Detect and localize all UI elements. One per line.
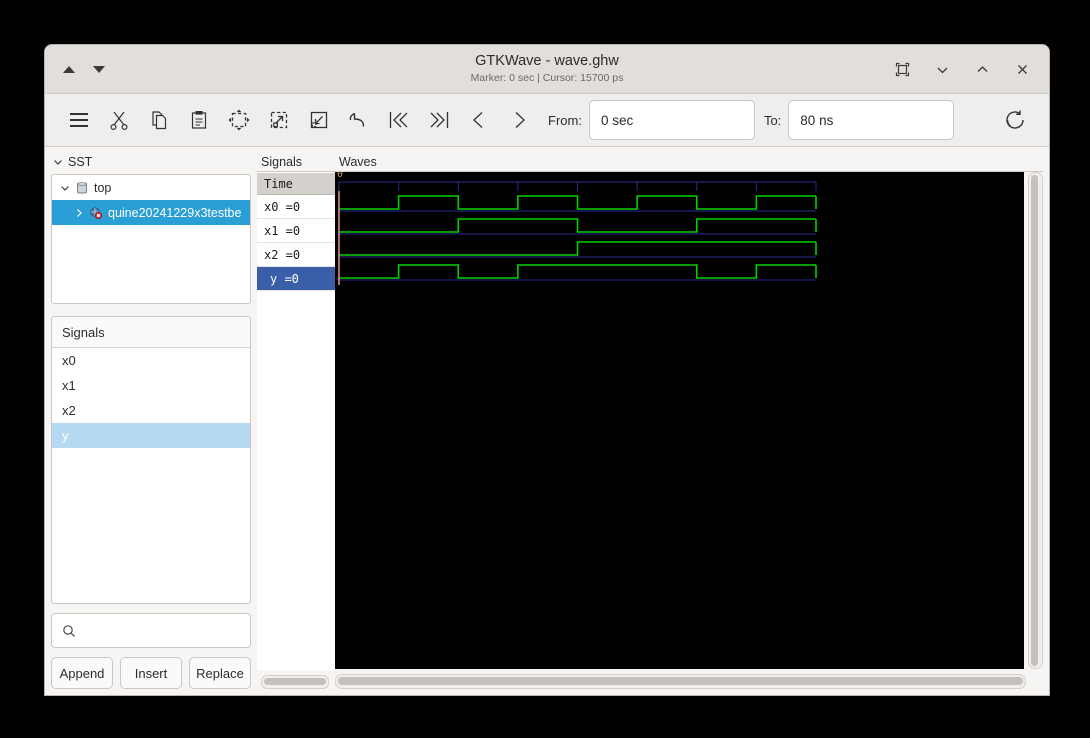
menu-icon[interactable] <box>59 100 99 140</box>
wave-name-row[interactable]: x1 =0 <box>257 219 335 243</box>
left-horizontal-scrollbar[interactable] <box>261 675 329 689</box>
window-subtitle: Marker: 0 sec | Cursor: 15700 ps <box>470 72 624 84</box>
maximize-icon[interactable] <box>893 60 911 78</box>
list-item[interactable]: y <box>52 423 250 448</box>
sst-header[interactable]: SST <box>51 153 251 171</box>
gtkwave-window: GTKWave - wave.ghw Marker: 0 sec | Curso… <box>44 44 1050 696</box>
wave-names-list[interactable]: Time x0 =0 x1 =0 x2 =0 y =0 <box>257 172 335 670</box>
wave-drawing <box>338 181 817 285</box>
insert-button[interactable]: Insert <box>120 657 182 689</box>
scrollbar-thumb[interactable] <box>338 676 1023 685</box>
chevron-right-icon[interactable] <box>74 208 84 218</box>
wave-name-row[interactable]: x2 =0 <box>257 243 335 267</box>
list-item[interactable]: x2 <box>52 398 250 423</box>
wave-name-label: y =0 <box>270 271 299 286</box>
reload-icon[interactable] <box>995 100 1035 140</box>
scrollbar-thumb[interactable] <box>1031 174 1038 666</box>
instance-icon <box>90 206 103 219</box>
sst-tree[interactable]: top quine20241229x3testbe <box>51 174 251 304</box>
next-edge-icon[interactable] <box>499 100 539 140</box>
up-triangle-icon[interactable] <box>63 65 75 73</box>
zoom-fit-icon[interactable] <box>219 100 259 140</box>
jump-end-icon[interactable] <box>419 100 459 140</box>
wave-name-label: x0 =0 <box>264 199 301 214</box>
title-bar-right-controls <box>893 60 1049 78</box>
search-input[interactable] <box>51 613 251 648</box>
chevron-down-icon <box>54 160 62 165</box>
tree-node-top[interactable]: top <box>52 175 250 200</box>
wave-name-label: x1 =0 <box>264 223 301 238</box>
from-input[interactable]: 0 sec <box>588 100 755 140</box>
title-bar-left-controls <box>45 65 105 73</box>
signal-list-header: Signals <box>52 317 250 348</box>
wave-horizontal-scrollbar[interactable] <box>335 674 1026 689</box>
down-triangle-icon[interactable] <box>93 65 105 73</box>
wave-name-row[interactable]: x0 =0 <box>257 195 335 219</box>
title-bar: GTKWave - wave.ghw Marker: 0 sec | Curso… <box>45 45 1049 94</box>
wave-names-pane: Signals Time x0 =0 x1 =0 x2 =0 y =0 <box>257 147 335 695</box>
to-label: To: <box>763 112 782 128</box>
list-item[interactable]: x1 <box>52 373 250 398</box>
sst-pane: SST top quine20241229x3testbe Signals x0… <box>45 147 257 695</box>
replace-button[interactable]: Replace <box>189 657 251 689</box>
prev-edge-icon[interactable] <box>459 100 499 140</box>
tree-node-label: quine20241229x3testbe <box>108 205 242 220</box>
zoom-out-icon[interactable] <box>259 100 299 140</box>
tree-node-instance[interactable]: quine20241229x3testbe <box>52 200 250 225</box>
window-body: SST top quine20241229x3testbe Signals x0… <box>45 147 1049 695</box>
waves-header: Waves <box>335 153 1043 172</box>
time-row-label: Time <box>257 173 335 195</box>
search-icon <box>63 624 76 637</box>
chevron-up-icon[interactable] <box>973 60 991 78</box>
chevron-down-icon[interactable] <box>933 60 951 78</box>
wave-vertical-scrollbar[interactable] <box>1028 171 1043 669</box>
waves-main: 0 <box>335 171 1043 669</box>
module-icon <box>77 181 87 193</box>
action-button-row: Append Insert Replace <box>51 657 251 689</box>
time-origin-label: 0 <box>337 171 344 180</box>
append-button[interactable]: Append <box>51 657 113 689</box>
wave-canvas[interactable]: 0 <box>335 171 1024 669</box>
cut-icon[interactable] <box>99 100 139 140</box>
toolbar: From: 0 sec To: 80 ns <box>45 94 1049 147</box>
wave-name-label: x2 =0 <box>264 247 301 262</box>
sst-header-label: SST <box>68 155 93 169</box>
signal-list-panel: Signals x0 x1 x2 y <box>51 316 251 604</box>
wave-names-header: Signals <box>257 153 335 172</box>
copy-icon[interactable] <box>139 100 179 140</box>
paste-icon[interactable] <box>179 100 219 140</box>
scrollbar-thumb[interactable] <box>264 677 326 685</box>
window-title: GTKWave - wave.ghw <box>475 53 619 69</box>
tree-node-label: top <box>94 180 112 195</box>
jump-start-icon[interactable] <box>379 100 419 140</box>
signal-list[interactable]: x0 x1 x2 y <box>52 348 250 603</box>
list-item[interactable]: x0 <box>52 348 250 373</box>
from-label: From: <box>548 112 582 128</box>
wave-name-row[interactable]: y =0 <box>257 267 335 291</box>
waves-pane: Waves 0 <box>335 147 1049 695</box>
to-input[interactable]: 80 ns <box>788 100 955 140</box>
close-icon[interactable] <box>1013 60 1031 78</box>
undo-icon[interactable] <box>339 100 379 140</box>
zoom-in-icon[interactable] <box>299 100 339 140</box>
chevron-down-icon[interactable] <box>60 183 70 193</box>
